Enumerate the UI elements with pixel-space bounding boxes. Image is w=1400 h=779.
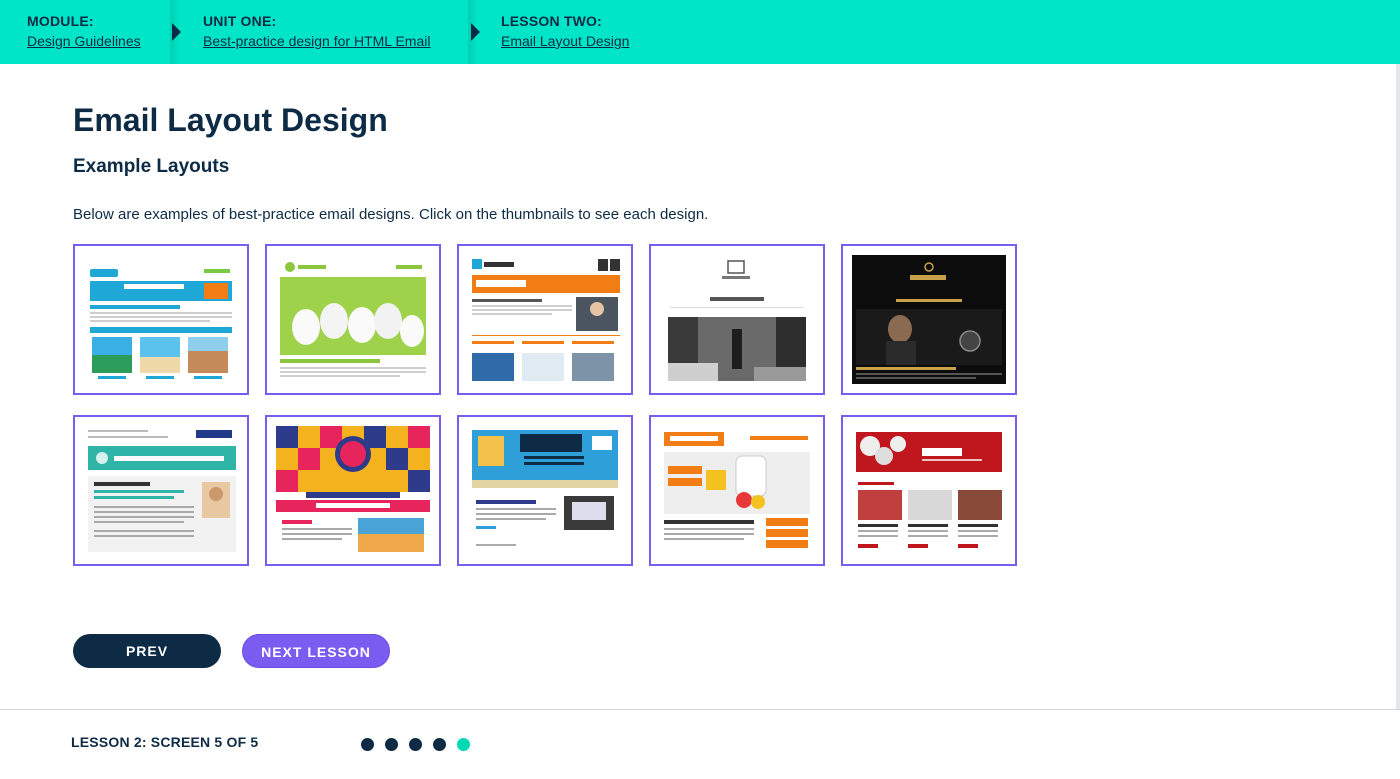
thumbnail-image (468, 426, 622, 555)
thumbnail-newsweaver[interactable] (73, 415, 249, 566)
thumbnail-the-scoop[interactable] (265, 415, 441, 566)
thumbnail-image (84, 255, 238, 384)
travelly-email-preview (84, 255, 238, 384)
red-news-email-preview (852, 426, 1006, 555)
thumbnail-image (468, 255, 622, 384)
thumbnail-image (276, 255, 430, 384)
thumbnail-4700[interactable] (457, 415, 633, 566)
next-lesson-button[interactable]: NEXT LESSON (242, 634, 390, 668)
breadcrumb-unit-key: UNIT ONE: (203, 13, 277, 29)
breadcrumb-lesson-key: LESSON TWO: (501, 13, 602, 29)
section-subtitle: Example Layouts (73, 156, 230, 177)
thumbnail-smithson[interactable] (649, 415, 825, 566)
thumbnail-yes-energy[interactable] (265, 244, 441, 395)
breadcrumb-arrow-icon (471, 23, 480, 41)
breadcrumb-module: MODULE: Design Guidelines (27, 0, 141, 64)
breadcrumb-arrow-icon (172, 23, 181, 41)
breadcrumb: MODULE: Design Guidelines UNIT ONE: Best… (0, 0, 1400, 64)
thumbnail-image (660, 426, 814, 555)
progress-dot[interactable] (409, 738, 422, 751)
scrollbar-track[interactable] (1396, 64, 1400, 709)
necko-email-preview (660, 255, 814, 384)
lesson-progress-label: LESSON 2: SCREEN 5 OF 5 (71, 734, 259, 750)
thumbnail-image (852, 255, 1006, 384)
breadcrumb-lesson: LESSON TWO: Email Layout Design (501, 0, 629, 64)
footer-divider (0, 709, 1400, 710)
cubicorp-email-preview (468, 255, 622, 384)
elements-email-preview (852, 255, 1006, 384)
progress-dot[interactable] (385, 738, 398, 751)
newsweaver-email-preview (84, 426, 238, 555)
thumbnail-image (84, 426, 238, 555)
progress-dot-active[interactable] (457, 738, 470, 751)
thumbnail-image (660, 255, 814, 384)
thumbnail-elements[interactable] (841, 244, 1017, 395)
thumbnail-red-news[interactable] (841, 415, 1017, 566)
breadcrumb-lesson-link[interactable]: Email Layout Design (501, 30, 629, 52)
page-title: Email Layout Design (73, 102, 388, 138)
progress-dot[interactable] (433, 738, 446, 751)
breadcrumb-module-key: MODULE: (27, 13, 94, 29)
thumbnail-image (276, 426, 430, 555)
thumbnail-cubicorp[interactable] (457, 244, 633, 395)
thumbnail-travelly[interactable] (73, 244, 249, 395)
intro-text: Below are examples of best-practice emai… (73, 206, 709, 223)
progress-dot[interactable] (361, 738, 374, 751)
4700-email-preview (468, 426, 622, 555)
prev-button[interactable]: PREV (73, 634, 221, 668)
smithson-email-preview (660, 426, 814, 555)
breadcrumb-module-link[interactable]: Design Guidelines (27, 30, 141, 52)
breadcrumb-unit: UNIT ONE: Best-practice design for HTML … (203, 0, 430, 64)
breadcrumb-unit-link[interactable]: Best-practice design for HTML Email (203, 30, 430, 52)
the-scoop-email-preview (276, 426, 430, 555)
yes-energy-email-preview (276, 255, 430, 384)
thumbnail-image (852, 426, 1006, 555)
thumbnail-necko[interactable] (649, 244, 825, 395)
